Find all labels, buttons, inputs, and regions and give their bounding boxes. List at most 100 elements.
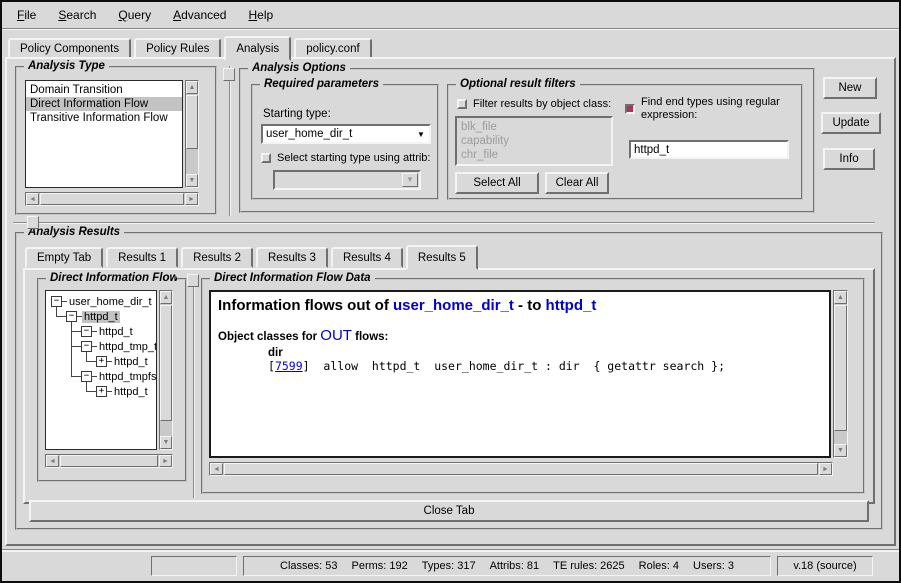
scroll-down-icon: ▼ [163, 439, 170, 446]
update-button[interactable]: Update [821, 112, 881, 134]
tab-empty-tab[interactable]: Empty Tab [25, 247, 103, 268]
scroll-right-button[interactable]: ► [159, 455, 172, 467]
tree-connector [71, 331, 81, 332]
object-class-name: dir [268, 347, 822, 359]
regex-checkbox[interactable] [625, 104, 635, 114]
tree-collapse-icon[interactable]: − [81, 341, 92, 352]
starting-type-combobox[interactable]: user_home_dir_t ▼ [261, 124, 431, 144]
scroll-left-icon: ◄ [49, 458, 56, 465]
clear-all-button[interactable]: Clear All [545, 172, 609, 194]
filter-object-class-checkbox[interactable] [457, 99, 467, 109]
optional-result-filters-groupbox: Optional result filters Filter results b… [447, 84, 803, 200]
scrollbar-track[interactable] [59, 455, 159, 467]
scroll-up-button[interactable]: ▲ [834, 291, 847, 304]
tree-node-label[interactable]: httpd_tmp_t [97, 341, 157, 353]
tab-results-5[interactable]: Results 5 [406, 245, 478, 270]
tree-node-label[interactable]: httpd_t [112, 356, 150, 368]
required-parameters-title: Required parameters [260, 78, 383, 90]
scrollbar-track[interactable] [39, 193, 185, 205]
scrollbar-track[interactable] [186, 94, 198, 174]
tree-data-splitter-handle[interactable] [187, 274, 199, 287]
menu-advanced[interactable]: Advanced [164, 5, 235, 25]
scrollbar-thumb[interactable] [60, 455, 158, 467]
tree-row: −httpd_tmp_t [81, 339, 157, 354]
new-button[interactable]: New [823, 77, 877, 99]
attrib-checkbox[interactable] [261, 153, 271, 163]
flow-tree-horizontal-scrollbar[interactable]: ◄ ► [45, 454, 173, 468]
scrollbar-track[interactable] [160, 304, 172, 436]
analysis-type-horizontal-scrollbar[interactable]: ◄ ► [25, 192, 199, 206]
tree-node-label[interactable]: httpd_t [97, 326, 135, 338]
flow-data-textarea[interactable]: Information flows out of user_home_dir_t… [209, 290, 831, 458]
tab-results-3[interactable]: Results 3 [256, 247, 328, 268]
analysis-type-groupbox: Analysis Type Domain Transition Direct I… [15, 66, 217, 215]
scrollbar-thumb[interactable] [224, 463, 818, 475]
analysis-type-item-transitive-information-flow[interactable]: Transitive Information Flow [26, 111, 182, 125]
flow-data-groupbox: Direct Information Flow Data Information… [201, 278, 865, 494]
tree-node-label[interactable]: httpd_t [112, 386, 150, 398]
scrollbar-thumb[interactable] [186, 95, 198, 149]
tree-row: −httpd_t [66, 309, 120, 324]
tab-results-1[interactable]: Results 1 [106, 247, 178, 268]
tree-collapse-icon[interactable]: − [51, 296, 62, 307]
tree-node-label-selected[interactable]: httpd_t [82, 311, 120, 323]
tab-policy-components[interactable]: Policy Components [8, 38, 131, 59]
tree-expand-icon[interactable]: + [96, 386, 107, 397]
regex-input[interactable] [629, 140, 789, 159]
menu-bar: File Search Query Advanced Help [2, 2, 899, 29]
tab-policy-rules[interactable]: Policy Rules [134, 38, 221, 59]
tree-collapse-icon[interactable]: − [66, 311, 77, 322]
results-splitter-sash[interactable] [13, 222, 875, 224]
scroll-left-button[interactable]: ◄ [26, 193, 39, 205]
scrollbar-thumb[interactable] [160, 305, 172, 421]
select-all-button[interactable]: Select All [455, 172, 539, 194]
options-splitter-handle[interactable] [223, 68, 235, 81]
menu-help[interactable]: Help [239, 5, 282, 25]
rule-line: [7599] allow httpd_t user_home_dir_t : d… [268, 359, 822, 373]
scroll-down-button[interactable]: ▼ [834, 444, 847, 457]
scroll-right-button[interactable]: ► [185, 193, 198, 205]
info-button[interactable]: Info [823, 148, 875, 170]
flow-data-horizontal-scrollbar[interactable]: ◄ ► [209, 462, 833, 476]
tree-connector [71, 376, 81, 377]
scroll-left-button[interactable]: ◄ [210, 463, 223, 475]
results-splitter-handle[interactable] [27, 216, 39, 229]
dropdown-arrow-icon[interactable]: ▼ [413, 130, 429, 139]
tree-data-splitter-sash[interactable] [193, 274, 195, 498]
scrollbar-track[interactable] [223, 463, 819, 475]
tree-row: + httpd_t [96, 384, 150, 399]
analysis-type-item-domain-transition[interactable]: Domain Transition [26, 83, 182, 97]
flow-tree-title: Direct Information Flow Tree [46, 272, 177, 284]
tree-node-label[interactable]: httpd_tmpfs_t [97, 371, 157, 383]
scroll-up-button[interactable]: ▲ [160, 291, 172, 304]
scrollbar-track[interactable] [834, 304, 847, 444]
stat-te-rules: TE rules: 2625 [553, 560, 625, 572]
options-splitter-sash[interactable] [229, 66, 231, 216]
scroll-right-button[interactable]: ► [819, 463, 832, 475]
tab-policy-conf[interactable]: policy.conf [294, 38, 371, 59]
tab-results-2[interactable]: Results 2 [181, 247, 253, 268]
scrollbar-thumb[interactable] [40, 193, 184, 205]
close-tab-button[interactable]: Close Tab [29, 500, 869, 522]
scroll-down-button[interactable]: ▼ [160, 436, 172, 449]
analysis-type-vertical-scrollbar[interactable]: ▲ ▼ [185, 80, 199, 188]
menu-file[interactable]: File [8, 5, 45, 25]
menu-search[interactable]: Search [49, 5, 105, 25]
analysis-type-item-direct-information-flow[interactable]: Direct Information Flow [26, 97, 182, 111]
tab-analysis[interactable]: Analysis [224, 36, 291, 61]
scroll-down-button[interactable]: ▼ [186, 174, 198, 187]
tree-expand-icon[interactable]: + [96, 356, 107, 367]
flow-data-vertical-scrollbar[interactable]: ▲ ▼ [833, 290, 848, 458]
tab-results-4[interactable]: Results 4 [331, 247, 403, 268]
scroll-left-button[interactable]: ◄ [46, 455, 59, 467]
tree-collapse-icon[interactable]: − [81, 326, 92, 337]
tree-node-label[interactable]: user_home_dir_t [67, 296, 154, 308]
scroll-up-button[interactable]: ▲ [186, 81, 198, 94]
tree-collapse-icon[interactable]: − [81, 371, 92, 382]
menu-query[interactable]: Query [109, 5, 160, 25]
analysis-results-title: Analysis Results [24, 226, 124, 238]
rule-id-link[interactable]: 7599 [275, 359, 303, 373]
flow-tree-vertical-scrollbar[interactable]: ▲ ▼ [159, 290, 173, 450]
scrollbar-thumb[interactable] [834, 305, 847, 431]
status-bar: Classes: 53 Perms: 192 Types: 317 Attrib… [2, 550, 899, 579]
